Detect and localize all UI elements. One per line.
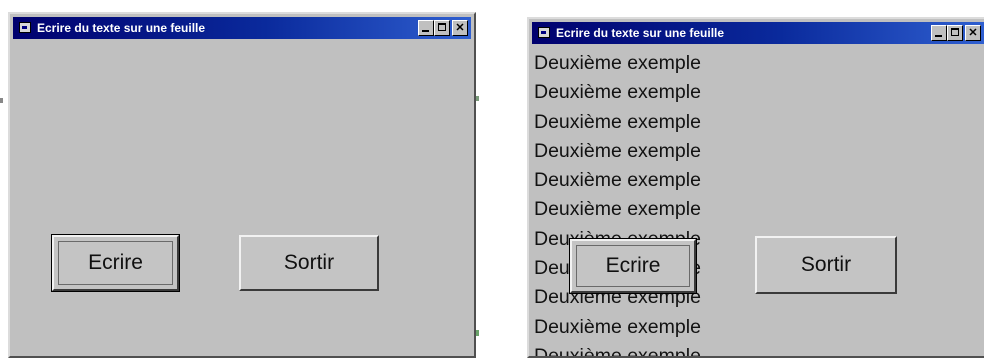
printed-text-lines: Deuxième exemple Deuxième exemple Deuxiè…: [534, 49, 701, 358]
close-icon[interactable]: [965, 25, 981, 41]
window-controls: [418, 20, 468, 36]
ecrire-button-label: Ecrire: [605, 254, 661, 277]
sortir-button-label: Sortir: [283, 251, 335, 274]
printed-line: Deuxième exemple: [534, 81, 701, 104]
printed-line: Deuxième exemple: [534, 315, 701, 338]
close-icon[interactable]: [452, 20, 468, 36]
printed-line: Deuxième exemple: [534, 110, 701, 133]
window-controls: [931, 25, 981, 41]
form-window-second-example: Ecrire du texte sur une feuille Deuxième…: [527, 17, 984, 358]
maximize-icon[interactable]: [434, 20, 450, 36]
minimize-icon[interactable]: [418, 20, 434, 36]
edge-mark: [476, 96, 479, 101]
edge-mark: [476, 330, 479, 336]
sortir-button[interactable]: Sortir: [239, 235, 379, 291]
ecrire-button[interactable]: Ecrire: [51, 234, 180, 292]
ecrire-button[interactable]: Ecrire: [569, 238, 697, 294]
window-title: Ecrire du texte sur une feuille: [37, 21, 206, 35]
sortir-button-label: Sortir: [800, 253, 852, 276]
printed-line: Deuxième exemple: [534, 139, 701, 162]
app-window-icon[interactable]: [19, 22, 31, 33]
sortir-button[interactable]: Sortir: [755, 236, 897, 294]
minimize-icon[interactable]: [931, 25, 947, 41]
printed-line: Deuxième exemple: [534, 344, 701, 358]
printed-line: Deuxième exemple: [534, 52, 701, 74]
app-window-icon[interactable]: [538, 27, 550, 38]
window-title: Ecrire du texte sur une feuille: [556, 26, 725, 40]
ecrire-button-label: Ecrire: [88, 251, 143, 274]
title-bar[interactable]: Ecrire du texte sur une feuille: [532, 22, 984, 44]
printed-line: Deuxième exemple: [534, 169, 701, 192]
edge-mark: [0, 98, 3, 103]
printed-line: Deuxième exemple: [534, 198, 701, 221]
maximize-icon[interactable]: [947, 25, 963, 41]
form-window-first-example: Ecrire du texte sur une feuille Ecrire S…: [8, 12, 476, 358]
title-bar[interactable]: Ecrire du texte sur une feuille: [13, 17, 471, 39]
